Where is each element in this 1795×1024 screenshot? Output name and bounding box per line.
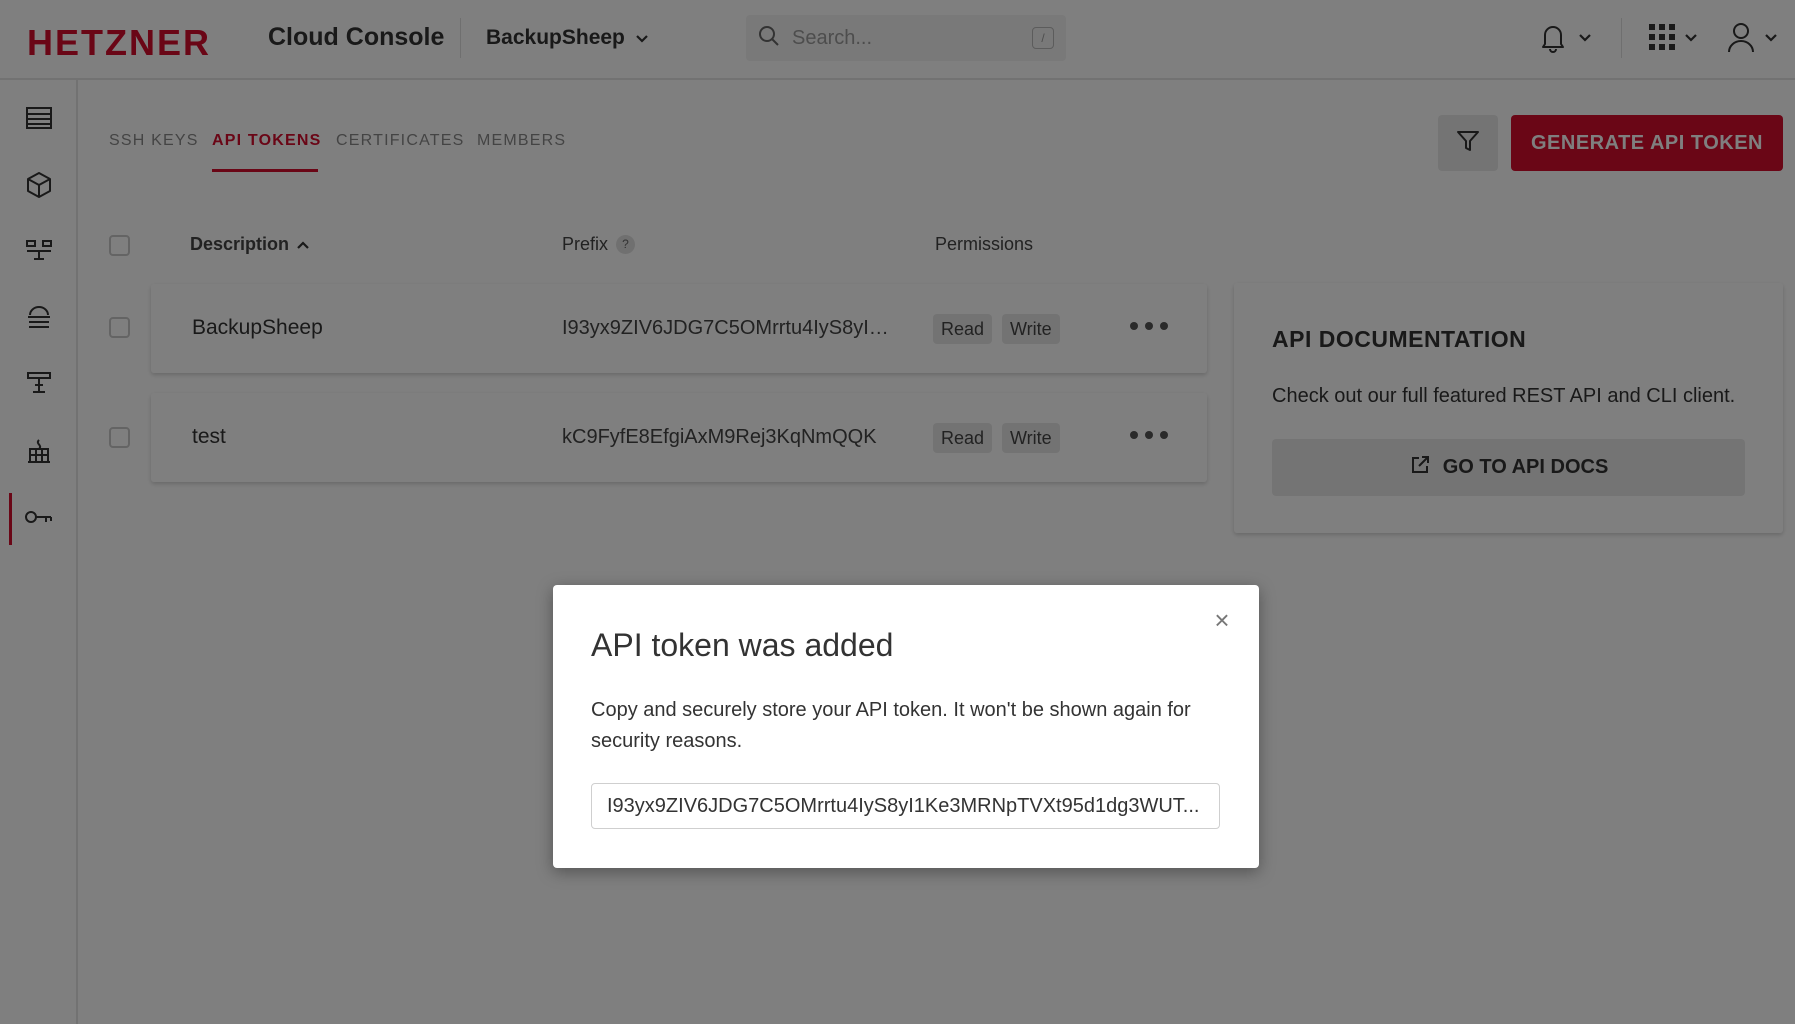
modal-backdrop[interactable] bbox=[0, 0, 1795, 1024]
close-icon[interactable]: × bbox=[1209, 607, 1235, 633]
api-token-field[interactable] bbox=[591, 783, 1220, 829]
dialog-message: Copy and securely store your API token. … bbox=[591, 699, 1191, 752]
token-added-dialog: API token was added × Copy and securely … bbox=[553, 585, 1259, 868]
dialog-title: API token was added bbox=[591, 627, 894, 663]
